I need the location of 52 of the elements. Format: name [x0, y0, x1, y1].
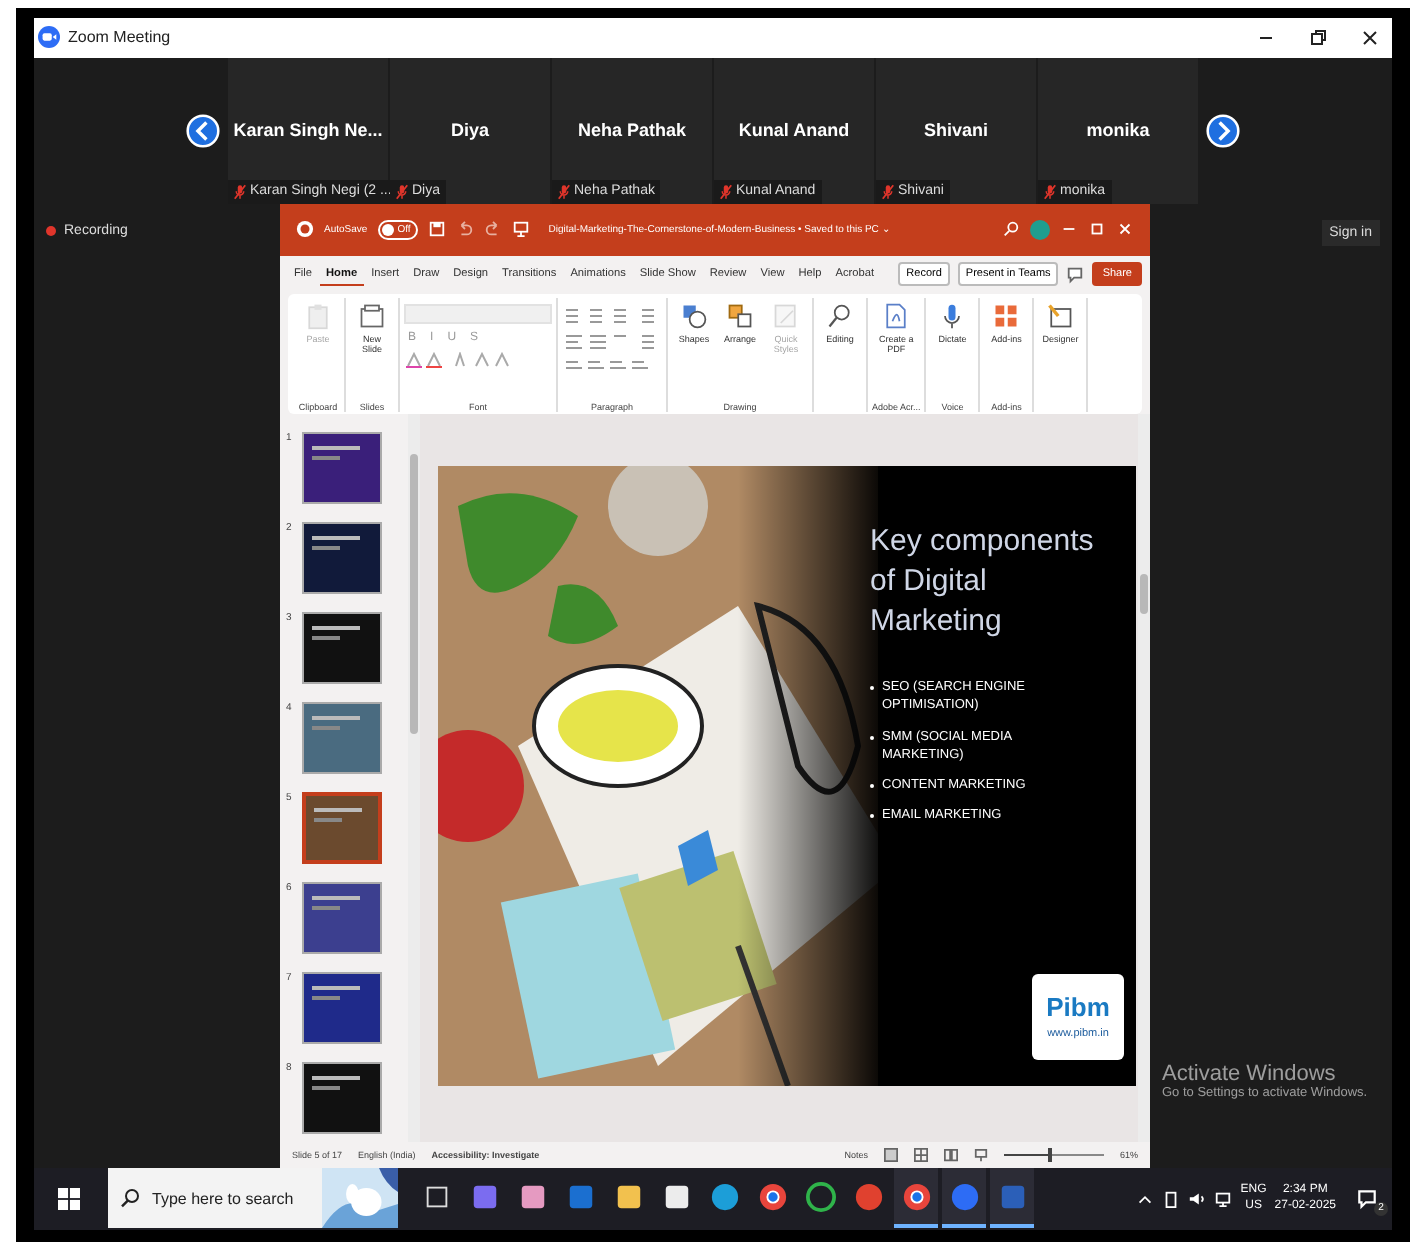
participant-name: Karan Singh Ne...	[231, 119, 385, 140]
new-slide-icon	[358, 301, 386, 330]
windows-start-icon[interactable]	[58, 1187, 80, 1210]
scrollbar[interactable]	[408, 413, 420, 1142]
slide-thumbnail[interactable]	[302, 431, 382, 504]
participant-name: Diya	[448, 119, 491, 140]
restore-icon[interactable]	[1308, 27, 1328, 48]
save-icon[interactable]	[428, 220, 447, 239]
window-title: Zoom Meeting	[68, 28, 171, 47]
slide-thumbnail[interactable]	[302, 791, 382, 864]
participant-name: Neha Pathak	[575, 119, 689, 140]
slide-heading: Key components of Digital Marketing	[870, 521, 1096, 643]
previous-page-icon[interactable]	[186, 113, 220, 148]
chrome-browser-icon[interactable]	[894, 1168, 938, 1229]
participant-name: Shivani	[921, 119, 990, 140]
presentation-icon[interactable]	[512, 220, 531, 239]
slide-thumbnail[interactable]	[302, 1061, 382, 1134]
powerpoint-logo-icon	[296, 220, 314, 239]
redo-icon[interactable]	[484, 220, 503, 239]
normal-view-icon[interactable]	[883, 1147, 898, 1162]
slide-thumbnail[interactable]	[302, 611, 382, 684]
search-icon	[826, 301, 854, 330]
grid-icon	[992, 301, 1021, 330]
slide-thumbnail[interactable]	[302, 881, 382, 954]
grid-view-icon[interactable]	[913, 1147, 928, 1162]
search-field[interactable]: Type here to search	[108, 1168, 398, 1229]
slide-thumbnail[interactable]	[302, 521, 382, 594]
font-name-field[interactable]	[404, 303, 552, 324]
network-icon[interactable]	[1214, 1189, 1233, 1208]
participant-name: Kunal Anand	[736, 119, 852, 140]
speaker-icon[interactable]	[1188, 1189, 1207, 1208]
slide-thumbnail[interactable]	[302, 971, 382, 1044]
undo-icon[interactable]	[456, 220, 475, 239]
slide-thumbnail[interactable]	[302, 701, 382, 774]
next-page-icon[interactable]	[1206, 113, 1240, 148]
reading-view-icon[interactable]	[943, 1147, 958, 1162]
close-icon[interactable]	[1360, 27, 1380, 48]
clipboard-icon	[304, 301, 332, 330]
quick-styles-icon	[772, 301, 800, 330]
activation-title: Activate Windows	[1162, 1061, 1338, 1086]
participant-name: monika	[1084, 119, 1152, 140]
shapes-icon	[680, 301, 708, 330]
designer-icon	[1046, 301, 1075, 330]
logo-text: Pibm	[1046, 992, 1110, 1023]
maximize-icon[interactable]	[1088, 220, 1106, 239]
arrange-icon	[726, 301, 754, 330]
comment-icon[interactable]	[1066, 265, 1085, 284]
slideshow-icon[interactable]	[973, 1147, 988, 1162]
pdf-icon	[882, 301, 911, 330]
scrollbar[interactable]	[1138, 413, 1150, 1142]
search-icon	[120, 1188, 140, 1209]
search-icon[interactable]	[1002, 220, 1020, 239]
